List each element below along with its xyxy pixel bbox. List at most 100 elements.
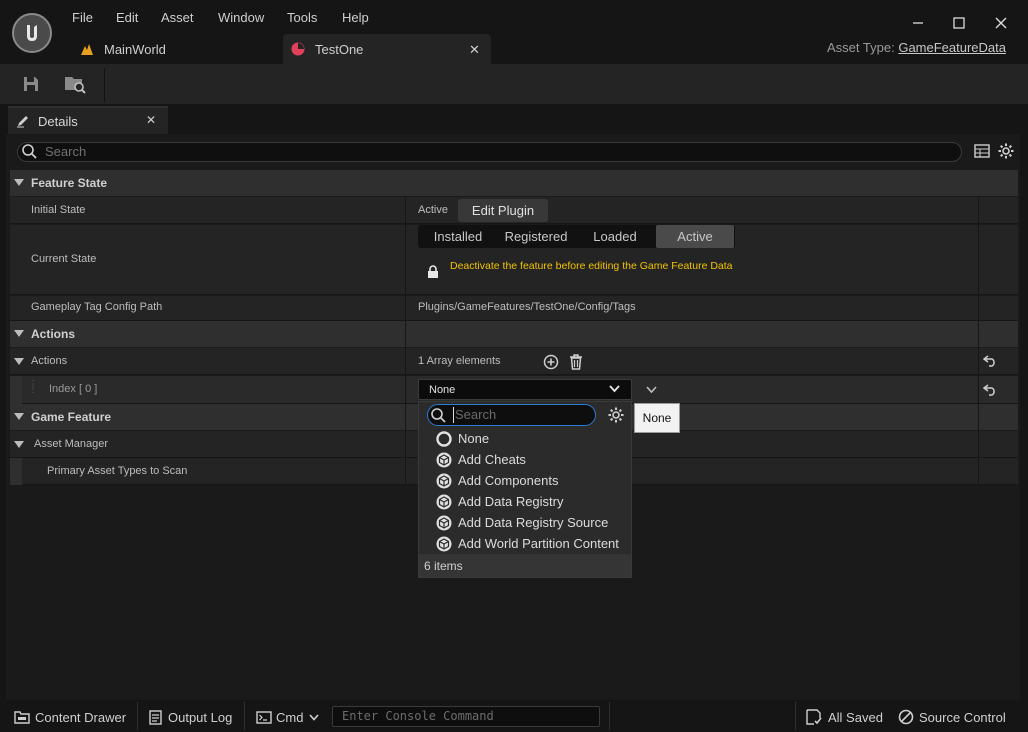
reset-to-default-icon[interactable]: [983, 384, 997, 396]
collapse-arrow-icon: [14, 179, 24, 186]
column-divider: [405, 197, 406, 485]
tooltip: None: [634, 403, 680, 433]
dropdown-search-placeholder: Search: [455, 407, 497, 422]
state-option-active[interactable]: Active: [656, 225, 734, 248]
tab-mainworld[interactable]: MainWorld: [72, 34, 282, 64]
output-log-icon: [149, 709, 162, 725]
tab-testone[interactable]: TestOne ✕: [283, 34, 491, 64]
source-control-disabled-icon: [898, 709, 914, 725]
edit-plugin-button[interactable]: Edit Plugin: [458, 199, 548, 222]
unreal-logo-icon[interactable]: [12, 13, 52, 53]
action-class-combo[interactable]: None: [418, 379, 632, 400]
save-icon[interactable]: [16, 71, 46, 97]
menu-file[interactable]: File: [72, 9, 93, 27]
drag-handle-icon[interactable]: ⋮ ⋮: [28, 380, 38, 395]
dropdown-item-add-data-registry-source[interactable]: Add Data Registry Source: [420, 512, 630, 533]
edit-warning-text: Deactivate the feature before editing th…: [450, 260, 733, 272]
all-saved-label: All Saved: [828, 709, 883, 725]
status-divider: [795, 702, 796, 730]
content-drawer-label: Content Drawer: [35, 709, 127, 725]
initial-state-label: Initial State: [31, 204, 86, 216]
class-cube-icon: [436, 473, 452, 489]
dropdown-item-add-components[interactable]: Add Components: [420, 470, 630, 491]
details-search-input[interactable]: [17, 142, 962, 162]
class-cube-icon: [436, 536, 452, 552]
dropdown-item-none[interactable]: None: [420, 428, 630, 449]
game-feature-icon: [291, 42, 305, 56]
tab-details[interactable]: Details ✕: [8, 106, 168, 134]
current-state-segmented-control: Installed Registered Loaded Active: [418, 225, 735, 248]
status-divider: [244, 702, 245, 730]
source-control-label: Source Control: [919, 709, 1006, 725]
browse-to-asset-icon[interactable]: [60, 71, 90, 97]
menu-asset[interactable]: Asset: [161, 9, 194, 27]
chevron-down-icon: [609, 385, 620, 393]
maximize-button[interactable]: [946, 10, 972, 36]
collapse-arrow-icon[interactable]: [14, 358, 24, 365]
primary-asset-types-label: Primary Asset Types to Scan: [47, 465, 188, 477]
tag-config-value: Plugins/GameFeatures/TestOne/Config/Tags: [418, 301, 636, 313]
settings-gear-icon[interactable]: [998, 143, 1014, 159]
asset-type-link[interactable]: GameFeatureData: [898, 40, 1006, 55]
collapse-arrow-icon[interactable]: [14, 441, 24, 448]
details-search-placeholder: Search: [45, 144, 87, 159]
section-actions[interactable]: Actions: [10, 321, 1018, 347]
section-feature-state[interactable]: Feature State: [10, 170, 1018, 196]
dropdown-item-add-data-registry[interactable]: Add Data Registry: [420, 491, 630, 512]
tab-details-label: Details: [38, 113, 78, 129]
tag-config-label: Gameplay Tag Config Path: [31, 301, 163, 313]
all-saved-button[interactable]: All Saved: [806, 704, 883, 730]
cmd-label: Cmd: [276, 709, 304, 725]
column-divider: [978, 197, 979, 485]
lock-icon: [427, 265, 439, 279]
initial-state-value: Active: [418, 204, 448, 216]
cmd-selector[interactable]: Cmd: [256, 704, 320, 730]
collapse-arrow-icon: [14, 413, 24, 420]
dropdown-item-label: Add Data Registry Source: [458, 515, 609, 530]
state-option-installed[interactable]: Installed: [418, 225, 498, 248]
dropdown-item-label: Add Data Registry: [458, 494, 564, 509]
property-row-actions: [10, 348, 1018, 375]
tab-close-icon[interactable]: ✕: [146, 113, 156, 127]
settings-gear-icon[interactable]: [608, 407, 624, 423]
state-option-loaded[interactable]: Loaded: [574, 225, 656, 248]
section-actions-label: Actions: [31, 327, 76, 341]
search-icon: [431, 408, 446, 423]
close-window-button[interactable]: [988, 10, 1014, 36]
menu-help[interactable]: Help: [342, 9, 369, 27]
collapse-arrow-icon: [14, 330, 24, 337]
console-command-input[interactable]: Enter Console Command: [332, 706, 600, 727]
status-divider: [137, 702, 138, 730]
level-icon: [80, 43, 94, 56]
trash-icon[interactable]: [569, 354, 583, 370]
source-control-button[interactable]: Source Control: [898, 704, 1006, 730]
section-feature-state-label: Feature State: [31, 176, 108, 190]
dropdown-item-add-cheats[interactable]: Add Cheats: [420, 449, 630, 470]
search-icon: [22, 144, 37, 159]
menu-edit[interactable]: Edit: [116, 9, 138, 27]
none-circle-icon: [436, 430, 452, 447]
row-indent-bar: [10, 458, 22, 485]
menu-window[interactable]: Window: [218, 9, 264, 27]
dropdown-item-label: None: [458, 431, 490, 446]
reset-to-default-icon[interactable]: [983, 355, 997, 367]
status-divider: [609, 702, 610, 730]
row-indent-bar: [10, 376, 22, 404]
chevron-down-icon: [309, 713, 320, 721]
output-log-button[interactable]: Output Log: [149, 704, 232, 730]
tab-mainworld-label: MainWorld: [104, 41, 166, 57]
table-view-icon[interactable]: [974, 144, 990, 158]
content-drawer-button[interactable]: Content Drawer: [14, 704, 126, 730]
state-option-registered[interactable]: Registered: [498, 225, 574, 248]
expand-chevron-icon[interactable]: [646, 386, 657, 394]
index-label: Index [ 0 ]: [49, 383, 98, 395]
class-cube-icon: [436, 494, 452, 510]
menu-tools[interactable]: Tools: [287, 9, 317, 27]
minimize-button[interactable]: [905, 10, 931, 36]
add-element-icon[interactable]: [543, 354, 559, 370]
tab-close-icon[interactable]: ✕: [469, 42, 480, 58]
dropdown-item-label: Add Cheats: [458, 452, 526, 467]
asset-type-info: Asset Type: GameFeatureData: [827, 40, 1006, 55]
dropdown-item-add-world-partition-content[interactable]: Add World Partition Content: [420, 533, 630, 554]
actions-array-label: Actions: [31, 355, 68, 367]
